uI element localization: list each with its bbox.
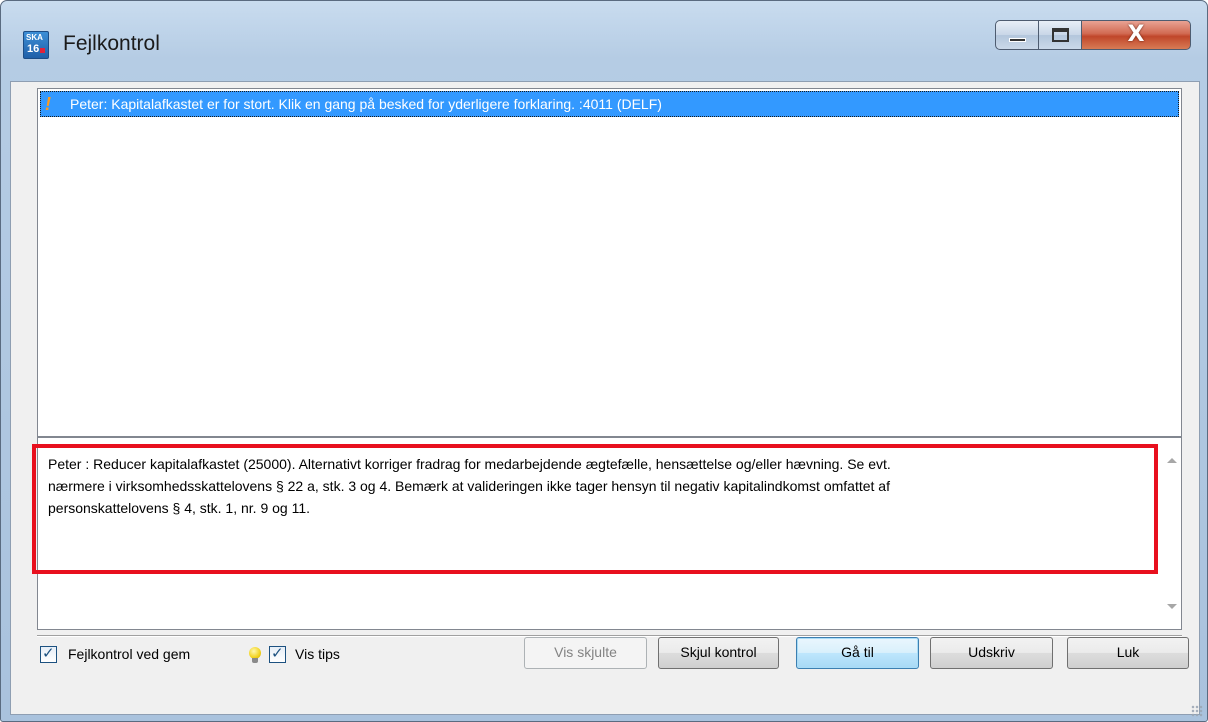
minimize-button[interactable] (995, 20, 1039, 50)
title-bar[interactable]: SKA 16 Fejlkontrol X (1, 1, 1207, 81)
vis-skjulte-button[interactable]: Vis skjulte (524, 637, 647, 669)
app-icon-dot (40, 48, 45, 53)
bulb-base (252, 658, 258, 663)
close-icon: X (1127, 22, 1145, 47)
error-list-item-text: Peter: Kapitalafkastet er for stort. Kli… (70, 96, 662, 112)
maximize-icon (1052, 28, 1069, 42)
scroll-up-arrow-icon[interactable] (1167, 458, 1177, 463)
gaa-til-button[interactable]: Gå til (796, 637, 919, 669)
close-button[interactable]: X (1081, 20, 1191, 50)
error-list-item[interactable]: ! Peter: Kapitalafkastet er for stort. K… (40, 91, 1179, 117)
skjul-kontrol-button[interactable]: Skjul kontrol (658, 637, 779, 669)
app-icon-text-bottom: 16 (27, 43, 40, 55)
lightbulb-icon (248, 647, 262, 663)
fejlkontrol-ved-gem-checkbox[interactable]: ✓ (40, 644, 57, 663)
error-list[interactable]: ! Peter: Kapitalafkastet er for stort. K… (37, 88, 1182, 437)
dialog-client-area: ! Peter: Kapitalafkastet er for stort. K… (10, 81, 1200, 715)
scroll-down-arrow-icon[interactable] (1167, 604, 1177, 609)
warning-exclamation-icon: ! (45, 94, 51, 114)
app-icon: SKA 16 (23, 31, 49, 59)
error-detail-text: Peter : Reducer kapitalafkastet (25000).… (48, 456, 891, 516)
checkmark-icon: ✓ (271, 644, 284, 662)
error-detail-box[interactable]: Peter : Reducer kapitalafkastet (25000).… (37, 437, 1182, 630)
vis-tips-checkbox[interactable]: ✓ (269, 644, 286, 663)
fejlkontrol-ved-gem-label[interactable]: Fejlkontrol ved gem (68, 646, 190, 663)
minimize-icon (1009, 38, 1026, 42)
resize-grip-icon[interactable] (1191, 705, 1203, 717)
app-icon-text-top: SKA (26, 33, 43, 42)
fejlkontrol-window: SKA 16 Fejlkontrol X ! Peter: Kapitalafk… (0, 0, 1208, 722)
checkmark-icon: ✓ (42, 644, 55, 662)
detail-scrollbar[interactable] (1163, 438, 1181, 629)
window-title: Fejlkontrol (63, 32, 160, 55)
udskriv-button[interactable]: Udskriv (930, 637, 1053, 669)
luk-button[interactable]: Luk (1067, 637, 1189, 669)
maximize-button[interactable] (1038, 20, 1082, 50)
vis-tips-label[interactable]: Vis tips (295, 646, 340, 663)
